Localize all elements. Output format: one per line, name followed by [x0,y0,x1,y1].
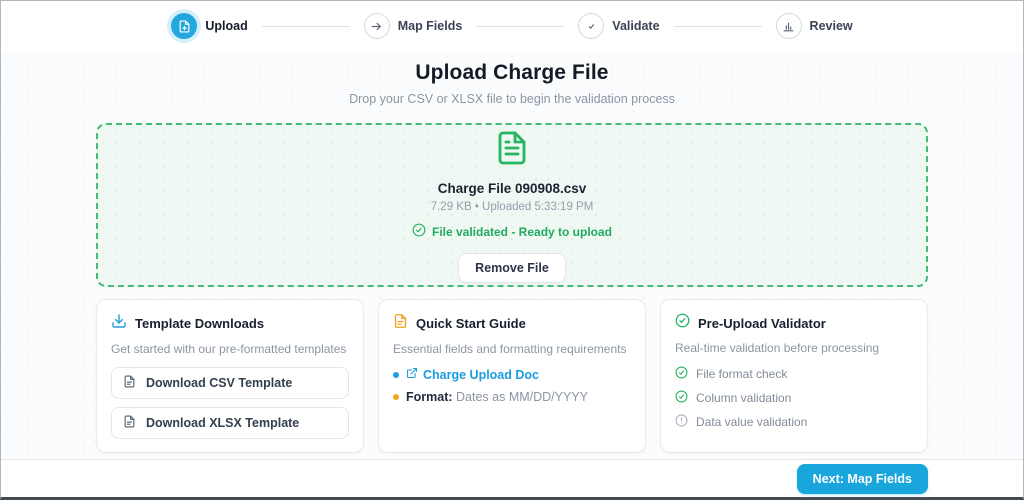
card-title: Template Downloads [135,316,264,331]
external-link-icon [406,367,418,382]
info-cards: Template Downloads Get started with our … [96,299,928,453]
validator-check-data-value: Data value validation [675,414,913,430]
step-upload[interactable]: Upload [171,13,247,39]
step-label-upload: Upload [205,19,247,33]
file-icon [123,415,136,431]
upload-charge-file-page: Upload Map Fields Validate Review Upload… [0,0,1024,500]
step-label-validate: Validate [612,19,659,33]
step-validate[interactable]: Validate [578,13,659,39]
charge-upload-doc-link[interactable]: Charge Upload Doc [406,367,539,382]
amber-bullet [393,394,399,400]
next-map-fields-button[interactable]: Next: Map Fields [797,464,928,494]
wizard-stepper: Upload Map Fields Validate Review [1,1,1023,51]
file-status-text: File validated - Ready to upload [432,225,612,239]
file-status: File validated - Ready to upload [412,223,612,242]
step-map-fields[interactable]: Map Fields [364,13,463,39]
check-circle-icon [675,313,690,333]
blue-bullet [393,372,399,378]
quick-start-guide-card: Quick Start Guide Essential fields and f… [378,299,646,453]
format-value: Dates as MM/DD/YYYY [456,390,588,404]
download-icon [111,313,127,334]
step-label-map-fields: Map Fields [398,19,463,33]
card-title: Quick Start Guide [416,316,526,331]
download-xlsx-template-button[interactable]: Download XLSX Template [111,407,349,439]
check-label: Column validation [696,391,791,405]
step-connector [674,26,762,27]
file-plus-icon [171,13,197,39]
check-circle-icon [675,390,688,406]
step-connector [262,26,350,27]
card-title: Pre-Upload Validator [698,316,826,331]
format-label: Format: [406,390,453,404]
check-circle-icon [675,366,688,382]
step-review[interactable]: Review [776,13,853,39]
file-dropzone[interactable]: Charge File 090908.csv 7.29 KB • Uploade… [96,123,928,287]
step-connector [476,26,564,27]
check-circle-icon [578,13,604,39]
check-label: File format check [696,367,787,381]
download-csv-template-button[interactable]: Download CSV Template [111,367,349,399]
remove-file-button[interactable]: Remove File [458,253,566,283]
alert-circle-icon [675,414,688,430]
button-label: Download CSV Template [146,376,292,390]
uploaded-file-name: Charge File 090908.csv [438,181,587,196]
page-title: Upload Charge File [96,61,928,85]
button-label: Download XLSX Template [146,416,299,430]
uploaded-file-meta: 7.29 KB • Uploaded 5:33:19 PM [431,201,594,213]
template-downloads-card: Template Downloads Get started with our … [96,299,364,453]
bar-chart-icon [776,13,802,39]
card-subtitle: Real-time validation before processing [675,341,913,355]
link-label: Charge Upload Doc [423,368,539,382]
card-subtitle: Essential fields and formatting requirem… [393,342,631,356]
check-circle-icon [412,223,426,242]
file-icon [123,375,136,391]
step-label-review: Review [810,19,853,33]
check-label: Data value validation [696,415,807,429]
arrow-right-icon [364,13,390,39]
document-icon [393,313,408,334]
validator-check-column: Column validation [675,390,913,406]
file-document-icon [494,128,530,173]
footer-bar: Next: Map Fields [1,459,1023,497]
card-subtitle: Get started with our pre-formatted templ… [111,342,349,356]
validator-check-file-format: File format check [675,366,913,382]
pre-upload-validator-card: Pre-Upload Validator Real-time validatio… [660,299,928,453]
main-content: Upload Charge File Drop your CSV or XLSX… [1,51,1023,459]
page-subtitle: Drop your CSV or XLSX file to begin the … [96,92,928,106]
